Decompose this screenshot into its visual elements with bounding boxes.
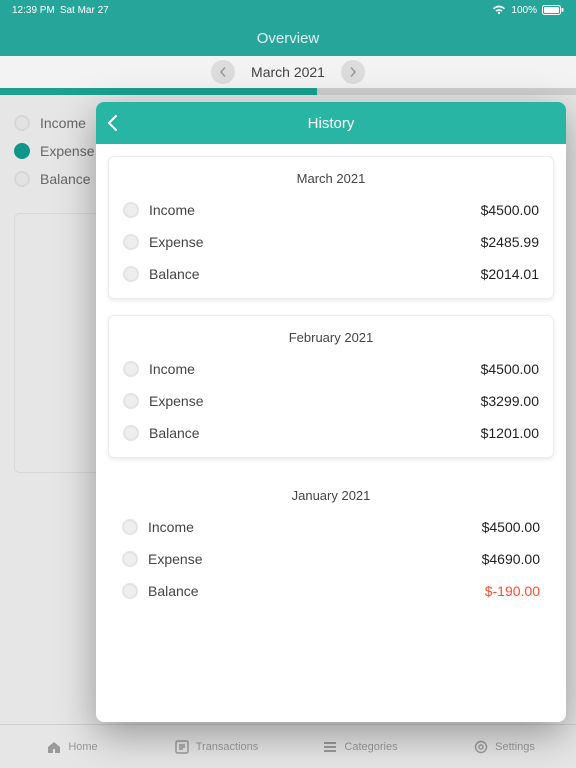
tab-label: Categories: [344, 741, 397, 753]
radio-icon: [123, 234, 139, 250]
list-icon: [174, 739, 190, 755]
progress-bar: [0, 88, 576, 95]
history-row-label: Balance: [149, 266, 200, 282]
history-row[interactable]: Expense $3299.00: [123, 385, 539, 417]
app-bar: Overview: [0, 20, 576, 56]
gear-icon: [473, 739, 489, 755]
tab-label: Settings: [495, 741, 535, 753]
tab-categories[interactable]: Categories: [288, 725, 432, 768]
history-row-value: $-190.00: [485, 583, 540, 599]
history-row-label: Expense: [149, 393, 203, 409]
status-time: 12:39 PM: [12, 5, 55, 16]
tab-transactions[interactable]: Transactions: [144, 725, 288, 768]
back-button[interactable]: [106, 102, 120, 144]
radio-icon: [14, 115, 30, 131]
progress-fill: [0, 88, 317, 95]
history-row-value: $4500.00: [482, 519, 540, 535]
month-picker: March 2021: [0, 56, 576, 88]
history-row-value: $4500.00: [481, 361, 539, 377]
history-month-title: January 2021: [122, 484, 540, 511]
history-month-block: January 2021 Income $4500.00 Expense $4690.0…: [108, 474, 554, 615]
history-row[interactable]: Balance $-190.00: [122, 575, 540, 607]
history-month-block: February 2021 Income $4500.00 Expense $3299.…: [108, 315, 554, 458]
status-bar: 12:39 PM Sat Mar 27 100%: [0, 0, 576, 20]
tab-label: Home: [68, 741, 97, 753]
radio-icon: [123, 202, 139, 218]
radio-icon: [123, 393, 139, 409]
battery-icon: [542, 5, 564, 15]
radio-icon: [14, 171, 30, 187]
prev-month-button[interactable]: [211, 60, 235, 84]
history-row[interactable]: Balance $2014.01: [123, 258, 539, 290]
history-row-value: $4690.00: [482, 551, 540, 567]
radio-icon: [122, 551, 138, 567]
home-icon: [46, 739, 62, 755]
radio-icon: [14, 143, 30, 159]
modal-header: History: [96, 102, 566, 144]
radio-icon: [123, 266, 139, 282]
radio-icon: [123, 425, 139, 441]
radio-icon: [122, 519, 138, 535]
history-row[interactable]: Expense $4690.00: [122, 543, 540, 575]
history-row[interactable]: Income $4500.00: [123, 353, 539, 385]
history-row-label: Expense: [149, 234, 203, 250]
history-row-value: $3299.00: [481, 393, 539, 409]
summary-label: Balance: [40, 171, 91, 187]
radio-icon: [122, 583, 138, 599]
history-month-block: March 2021 Income $4500.00 Expense $2485.99 B…: [108, 156, 554, 299]
wifi-icon: [492, 5, 506, 15]
modal-body[interactable]: March 2021 Income $4500.00 Expense $2485.99 B…: [96, 144, 566, 631]
summary-label: Expense: [40, 143, 94, 159]
modal-title: History: [308, 115, 355, 132]
battery-pct: 100%: [511, 5, 537, 16]
history-row[interactable]: Income $4500.00: [123, 194, 539, 226]
menu-icon: [322, 739, 338, 755]
history-row[interactable]: Expense $2485.99: [123, 226, 539, 258]
tab-home[interactable]: Home: [0, 725, 144, 768]
history-row-label: Income: [148, 519, 194, 535]
status-date: Sat Mar 27: [60, 5, 109, 16]
next-month-button[interactable]: [341, 60, 365, 84]
history-row-value: $1201.00: [481, 425, 539, 441]
summary-label: Income: [40, 115, 86, 131]
history-row-label: Balance: [148, 583, 199, 599]
history-row[interactable]: Balance $1201.00: [123, 417, 539, 449]
history-row-value: $2485.99: [481, 234, 539, 250]
history-row-label: Expense: [148, 551, 202, 567]
tab-bar: Home Transactions Categories Settings: [0, 724, 576, 768]
tab-label: Transactions: [196, 741, 259, 753]
history-row-label: Income: [149, 202, 195, 218]
history-row-value: $4500.00: [481, 202, 539, 218]
history-modal: History March 2021 Income $4500.00 Expense $…: [96, 102, 566, 722]
history-row[interactable]: Income $4500.00: [122, 511, 540, 543]
history-month-title: February 2021: [123, 326, 539, 353]
history-month-title: March 2021: [123, 167, 539, 194]
page-title: Overview: [257, 30, 320, 47]
history-row-value: $2014.01: [481, 266, 539, 282]
month-label: March 2021: [251, 64, 325, 80]
history-row-label: Balance: [149, 425, 200, 441]
history-row-label: Income: [149, 361, 195, 377]
tab-settings[interactable]: Settings: [432, 725, 576, 768]
radio-icon: [123, 361, 139, 377]
